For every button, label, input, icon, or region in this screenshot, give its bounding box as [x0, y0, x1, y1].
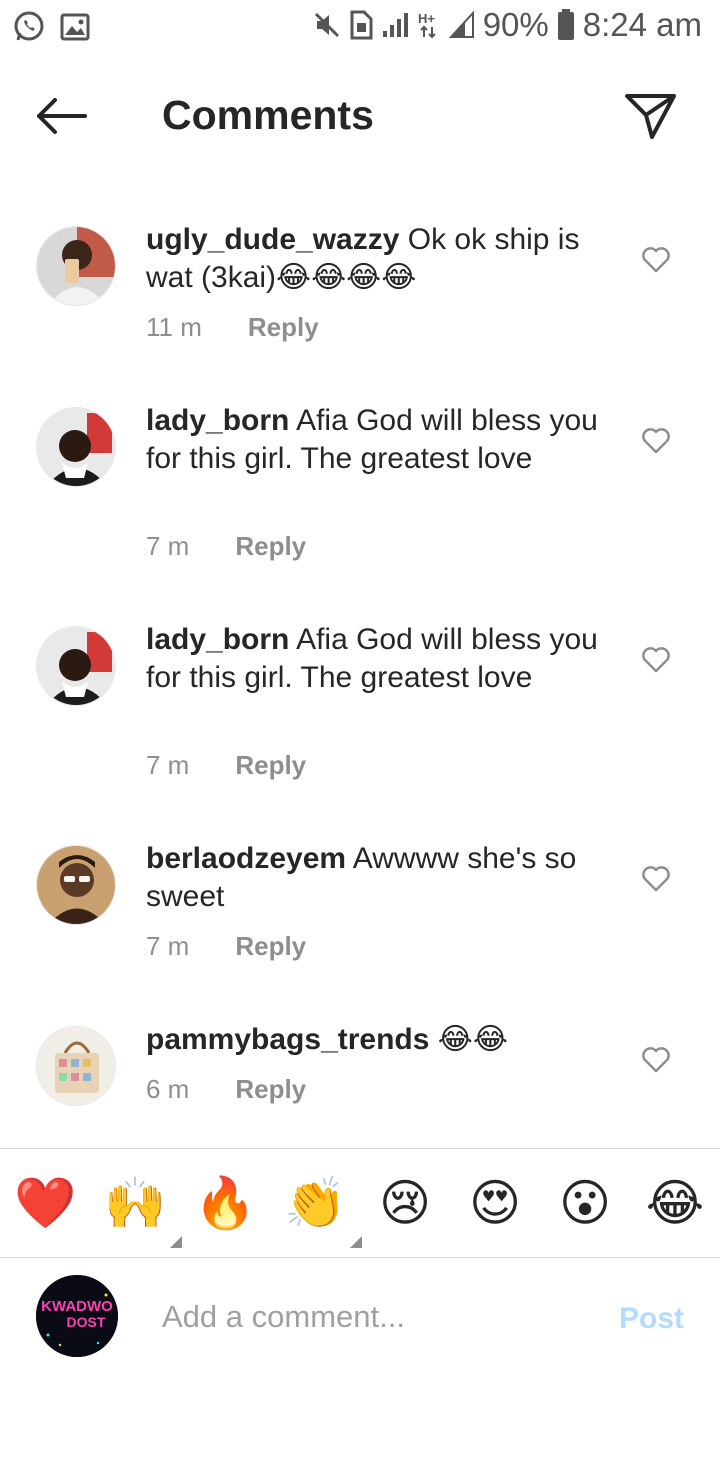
- header: Comments: [0, 70, 720, 164]
- comment-meta: 7 m Reply: [146, 750, 306, 781]
- reply-button[interactable]: Reply: [235, 931, 306, 962]
- heart-outline-icon: [642, 865, 670, 897]
- comment-username[interactable]: lady_born: [146, 404, 289, 437]
- like-button[interactable]: [640, 1046, 672, 1078]
- avatar[interactable]: [36, 226, 116, 306]
- back-button[interactable]: [30, 92, 94, 144]
- heart-outline-icon: [642, 246, 670, 278]
- emoji-laugh-button[interactable]: 😂: [644, 1172, 706, 1234]
- page-title: Comments: [162, 92, 374, 138]
- mute-icon: [313, 11, 341, 39]
- divider: [0, 1148, 720, 1149]
- comment-meta: 11 m Reply: [146, 312, 319, 343]
- comment-meta: 7 m Reply: [146, 531, 306, 562]
- comment-item: berlaodzeyem Awwww she's so sweet 7 m Re…: [0, 840, 720, 963]
- reply-button[interactable]: Reply: [248, 312, 319, 343]
- emoji-surprised-button[interactable]: 😮: [554, 1172, 616, 1234]
- avatar[interactable]: [36, 845, 116, 925]
- signal-2-icon: [448, 11, 475, 39]
- emoji-reaction-bar: ❤️ 🙌 🔥 👏 😢 😍 😮 😂: [0, 1150, 720, 1257]
- like-button[interactable]: [640, 646, 672, 678]
- heart-outline-icon: [642, 427, 670, 459]
- avatar[interactable]: [36, 407, 116, 487]
- svg-text:DOST: DOST: [67, 1314, 106, 1330]
- whatsapp-icon: [12, 10, 46, 44]
- emoji-clap-button[interactable]: 👏: [284, 1172, 362, 1248]
- reply-button[interactable]: Reply: [235, 531, 306, 562]
- emoji-cry-button[interactable]: 😢: [374, 1172, 436, 1234]
- comment-text-block: lady_born Afia God will bless you for th…: [146, 402, 616, 478]
- emoji-raised-hands-button[interactable]: 🙌: [104, 1172, 182, 1248]
- comment-item: pammybags_trends 😂😂 6 m Reply: [0, 1021, 720, 1124]
- network-type-icon: H+: [417, 10, 441, 40]
- comment-item: lady_born Afia God will bless you for th…: [0, 402, 720, 565]
- battery-icon: [557, 9, 575, 41]
- svg-text:KWADWO: KWADWO: [41, 1298, 113, 1315]
- send-icon: [624, 91, 678, 146]
- comment-time: 7 m: [146, 931, 190, 961]
- status-right-icons: H+ 90% 8:24 am: [313, 6, 702, 44]
- comment-username[interactable]: berlaodzeyem: [146, 842, 346, 875]
- comment-item: lady_born Afia God will bless you for th…: [0, 621, 720, 784]
- like-button[interactable]: [640, 865, 672, 897]
- comment-username[interactable]: pammybags_trends: [146, 1023, 429, 1056]
- emoji-heart-button[interactable]: ❤️: [14, 1172, 76, 1234]
- gallery-icon: [60, 13, 90, 41]
- reply-button[interactable]: Reply: [235, 1074, 306, 1105]
- status-bar: H+ 90% 8:24 am: [0, 0, 720, 56]
- comment-time: 11 m: [146, 312, 202, 342]
- clock: 8:24 am: [582, 6, 702, 43]
- comment-time: 7 m: [146, 531, 190, 561]
- arrow-left-icon: [35, 96, 89, 141]
- comment-text-block: lady_born Afia God will bless you for th…: [146, 621, 616, 697]
- my-avatar: KWADWO DOST: [36, 1275, 118, 1357]
- post-button[interactable]: Post: [619, 1302, 684, 1336]
- heart-outline-icon: [642, 646, 670, 678]
- comment-meta: 6 m Reply: [146, 1074, 306, 1105]
- comment-composer: KWADWO DOST Post: [0, 1258, 720, 1378]
- comment-time: 6 m: [146, 1074, 190, 1104]
- battery-percent: 90%: [482, 6, 549, 43]
- comment-text-block: pammybags_trends 😂😂: [146, 1021, 616, 1059]
- avatar[interactable]: [36, 626, 116, 706]
- emoji-fire-button[interactable]: 🔥: [194, 1172, 256, 1234]
- emoji-heart-eyes-button[interactable]: 😍: [464, 1172, 526, 1234]
- comment-time: 7 m: [146, 750, 190, 780]
- comment-input[interactable]: [162, 1292, 582, 1342]
- reply-button[interactable]: Reply: [235, 750, 306, 781]
- avatar[interactable]: [36, 1026, 116, 1106]
- like-button[interactable]: [640, 427, 672, 459]
- comment-text-block: ugly_dude_wazzy Ok ok ship is wat (3kai)…: [146, 221, 616, 297]
- comment-text-block: berlaodzeyem Awwww she's so sweet: [146, 840, 616, 916]
- sim-card-icon: [349, 10, 373, 40]
- svg-text:H+: H+: [418, 11, 435, 26]
- comment-text: 😂😂: [437, 1023, 508, 1056]
- comment-username[interactable]: ugly_dude_wazzy: [146, 223, 399, 256]
- heart-outline-icon: [642, 1046, 670, 1078]
- status-left-icons: [12, 10, 90, 44]
- like-button[interactable]: [640, 246, 672, 278]
- share-button[interactable]: [622, 90, 680, 146]
- signal-icon: [381, 11, 409, 39]
- comment-item: ugly_dude_wazzy Ok ok ship is wat (3kai)…: [0, 221, 720, 354]
- comment-username[interactable]: lady_born: [146, 623, 289, 656]
- comment-meta: 7 m Reply: [146, 931, 306, 962]
